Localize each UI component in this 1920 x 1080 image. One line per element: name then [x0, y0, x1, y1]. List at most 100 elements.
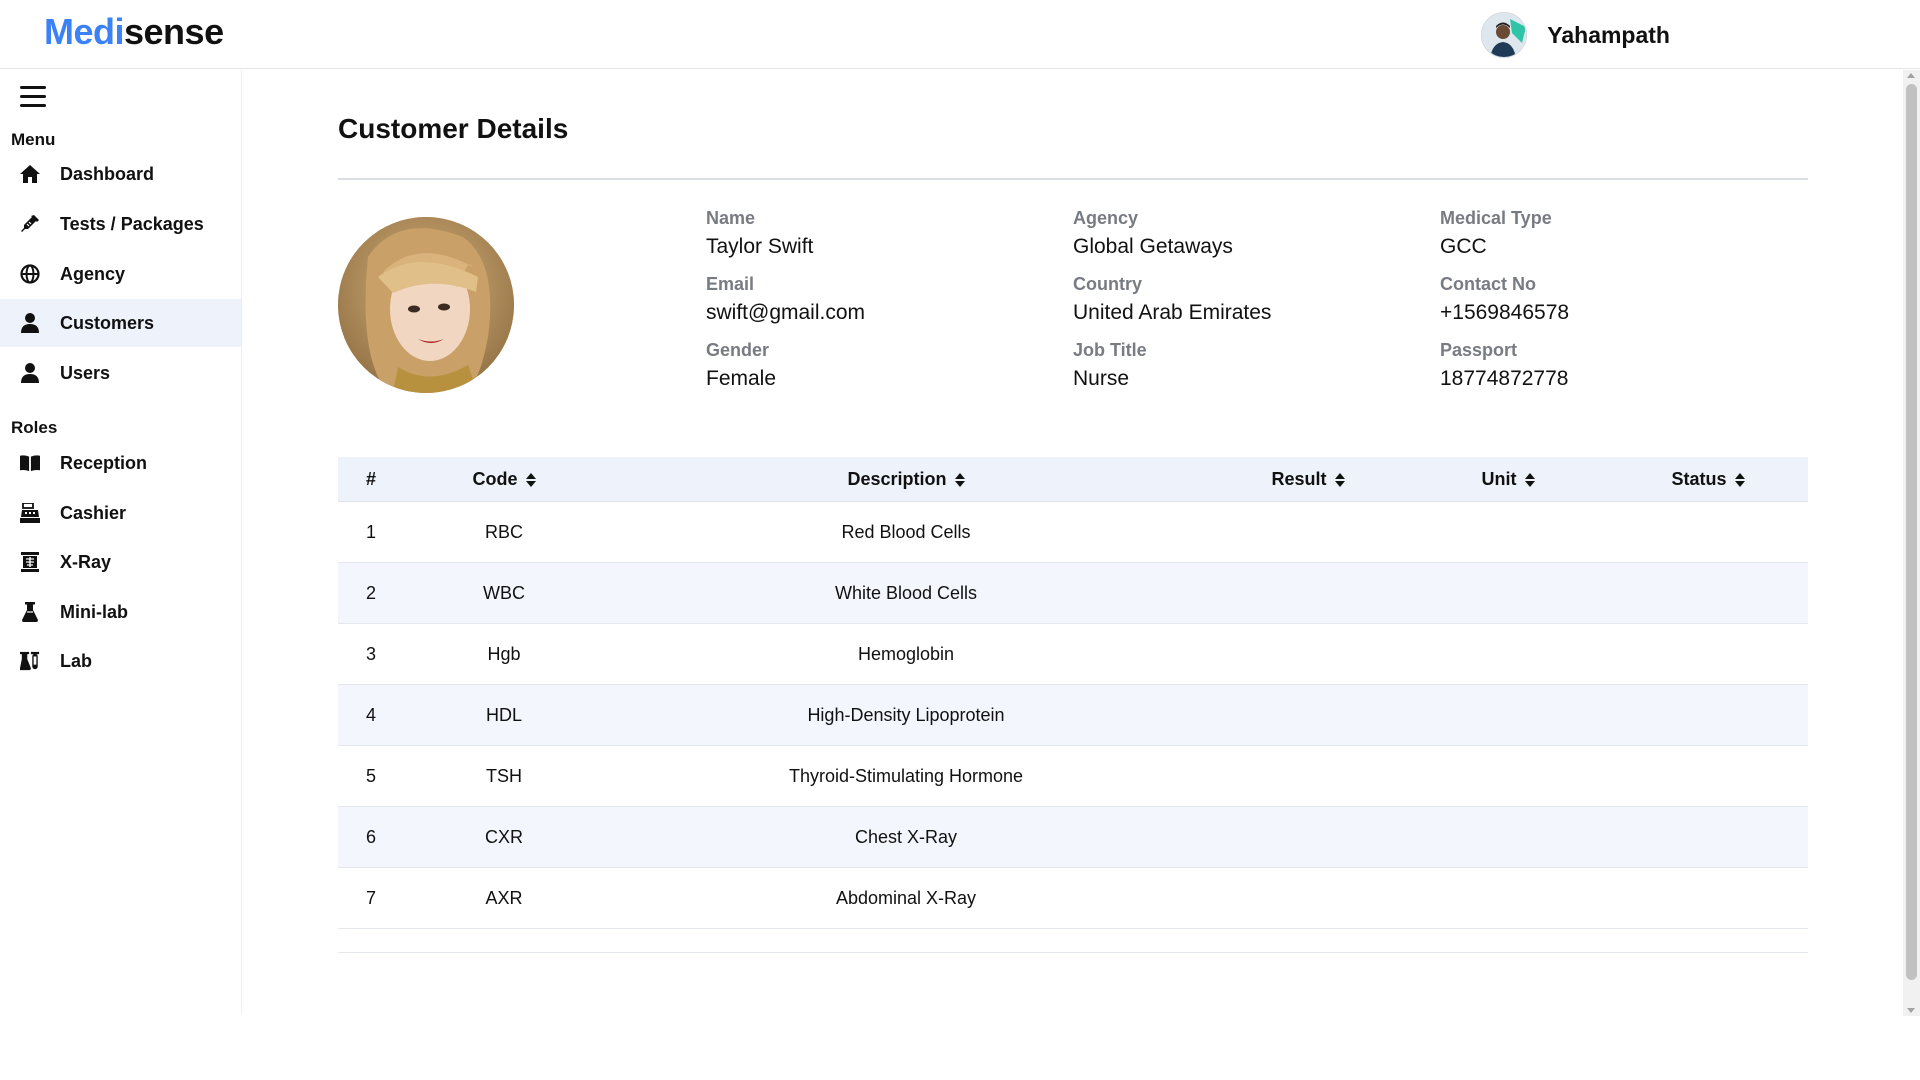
customer-gender-field: Gender Female	[706, 339, 776, 394]
scroll-down-arrow-icon[interactable]	[1907, 1008, 1915, 1013]
sidebar-item-x-ray[interactable]: X-Ray	[0, 538, 241, 586]
user-menu[interactable]: Yahampath	[1481, 12, 1670, 58]
scroll-up-arrow-icon[interactable]	[1907, 73, 1915, 78]
brand-logo[interactable]: Medisense	[44, 11, 224, 53]
cash-register-icon	[20, 503, 40, 523]
sort-icon[interactable]	[1734, 472, 1745, 487]
sidebar-item-users[interactable]: Users	[0, 349, 241, 397]
sidebar-item-mini-lab[interactable]: Mini-lab	[0, 588, 241, 636]
cell-status	[1608, 868, 1808, 928]
table-row[interactable]: 1 RBC Red Blood Cells	[338, 502, 1808, 563]
top-header: Medisense Yahampath	[0, 0, 1920, 69]
cell-description: Red Blood Cells	[841, 521, 971, 542]
sort-icon[interactable]	[525, 472, 536, 487]
column-header-result[interactable]: Result	[1208, 457, 1408, 502]
table-row[interactable]: 2 WBC White Blood Cells	[338, 563, 1808, 624]
customer-contact-field: Contact No +1569846578	[1440, 273, 1569, 328]
sidebar-item-label: Tests / Packages	[60, 213, 204, 234]
cell-code: RBC	[484, 521, 523, 542]
sort-icon[interactable]	[954, 472, 965, 487]
divider	[338, 178, 1808, 180]
brand-logo-part2: sense	[124, 11, 224, 52]
cell-unit	[1408, 807, 1608, 867]
cell-description: Chest X-Ray	[854, 826, 958, 847]
sidebar-item-label: Agency	[60, 263, 126, 284]
cell-description: White Blood Cells	[834, 582, 978, 603]
sidebar-item-lab[interactable]: Lab	[0, 637, 241, 685]
flask-vial-icon	[20, 651, 40, 671]
table-row[interactable]: 6 CXR Chest X-Ray	[338, 807, 1808, 868]
table-row[interactable]: 7 AXR Abdominal X-Ray	[338, 868, 1808, 929]
sidebar-item-customers[interactable]: Customers	[0, 299, 241, 347]
sidebar-item-dashboard[interactable]: Dashboard	[0, 150, 241, 198]
cell-status	[1608, 624, 1808, 684]
cell-status	[1608, 807, 1808, 867]
avatar-icon	[1482, 13, 1527, 57]
customer-job-title-field: Job Title Nurse	[1073, 339, 1147, 394]
table-row[interactable]: 3 Hgb Hemoglobin	[338, 624, 1808, 685]
column-header-label: Status	[1671, 469, 1727, 489]
user-icon	[20, 313, 40, 333]
sidebar-item-agency[interactable]: Agency	[0, 250, 241, 298]
customer-medical-type: GCC	[1440, 235, 1487, 258]
customer-gender: Female	[706, 367, 777, 390]
brand-logo-part1: Medi	[44, 11, 125, 52]
column-header-index: #	[338, 457, 404, 502]
table-row[interactable]: 5 TSH Thyroid-Stimulating Hormone	[338, 746, 1808, 807]
sidebar-item-reception[interactable]: Reception	[0, 439, 241, 487]
sidebar-item-label: X-Ray	[60, 551, 112, 572]
cell-description: Thyroid-Stimulating Hormone	[788, 765, 1024, 786]
user-avatar[interactable]	[1481, 12, 1528, 58]
column-header-code[interactable]: Code	[404, 457, 604, 502]
cell-result	[1208, 685, 1408, 745]
cell-unit	[1408, 624, 1608, 684]
table-row[interactable]: 4 HDL High-Density Lipoprotein	[338, 685, 1808, 746]
field-label: Email	[706, 274, 755, 294]
field-label: Job Title	[1073, 340, 1147, 360]
sidebar-item-label: Dashboard	[60, 163, 155, 184]
scrollbar-thumb[interactable]	[1906, 84, 1917, 980]
column-header-label: Code	[472, 469, 518, 489]
page-title: Customer Details	[338, 113, 569, 144]
tests-table: # Code Description Result Unit Status 1 …	[338, 457, 1808, 929]
cell-result	[1208, 868, 1408, 928]
sidebar-item-cashier[interactable]: Cashier	[0, 489, 241, 537]
customer-job-title: Nurse	[1073, 367, 1130, 390]
field-label: Name	[706, 208, 756, 228]
cell-unit	[1408, 868, 1608, 928]
user-icon	[20, 363, 40, 383]
customer-agency: Global Getaways	[1073, 235, 1233, 258]
vertical-scrollbar[interactable]	[1903, 70, 1920, 1016]
cell-code: TSH	[486, 765, 522, 786]
column-header-status[interactable]: Status	[1608, 457, 1808, 502]
cell-index: 1	[365, 521, 376, 542]
sidebar-item-label: Lab	[60, 650, 93, 671]
sort-icon[interactable]	[1334, 472, 1345, 487]
column-header-description[interactable]: Description	[604, 457, 1208, 502]
field-label: Contact No	[1440, 274, 1536, 294]
hamburger-menu-icon[interactable]	[20, 86, 46, 108]
sidebar-item-label: Cashier	[60, 502, 127, 523]
cell-description: Hemoglobin	[857, 643, 955, 664]
cell-result	[1208, 563, 1408, 623]
customer-passport: 18774872778	[1440, 367, 1569, 390]
sidebar-item-label: Reception	[60, 452, 148, 473]
customer-photo	[338, 217, 514, 393]
cell-index: 5	[365, 765, 376, 786]
cell-result	[1208, 807, 1408, 867]
cell-status	[1608, 563, 1808, 623]
sidebar-item-tests-packages[interactable]: Tests / Packages	[0, 200, 241, 248]
cell-unit	[1408, 563, 1608, 623]
customer-email-field: Email swift@gmail.com	[706, 273, 865, 328]
field-label: Medical Type	[1440, 208, 1552, 228]
column-header-label: #	[365, 469, 376, 489]
sort-icon[interactable]	[1524, 472, 1535, 487]
column-header-unit[interactable]: Unit	[1408, 457, 1608, 502]
column-header-label: Result	[1271, 469, 1327, 489]
cell-status	[1608, 746, 1808, 806]
field-label: Passport	[1440, 340, 1518, 360]
customer-contact: +1569846578	[1440, 301, 1570, 324]
table-header-row: # Code Description Result Unit Status	[338, 457, 1808, 502]
cell-description: Abdominal X-Ray	[835, 887, 977, 908]
cell-status	[1608, 502, 1808, 562]
